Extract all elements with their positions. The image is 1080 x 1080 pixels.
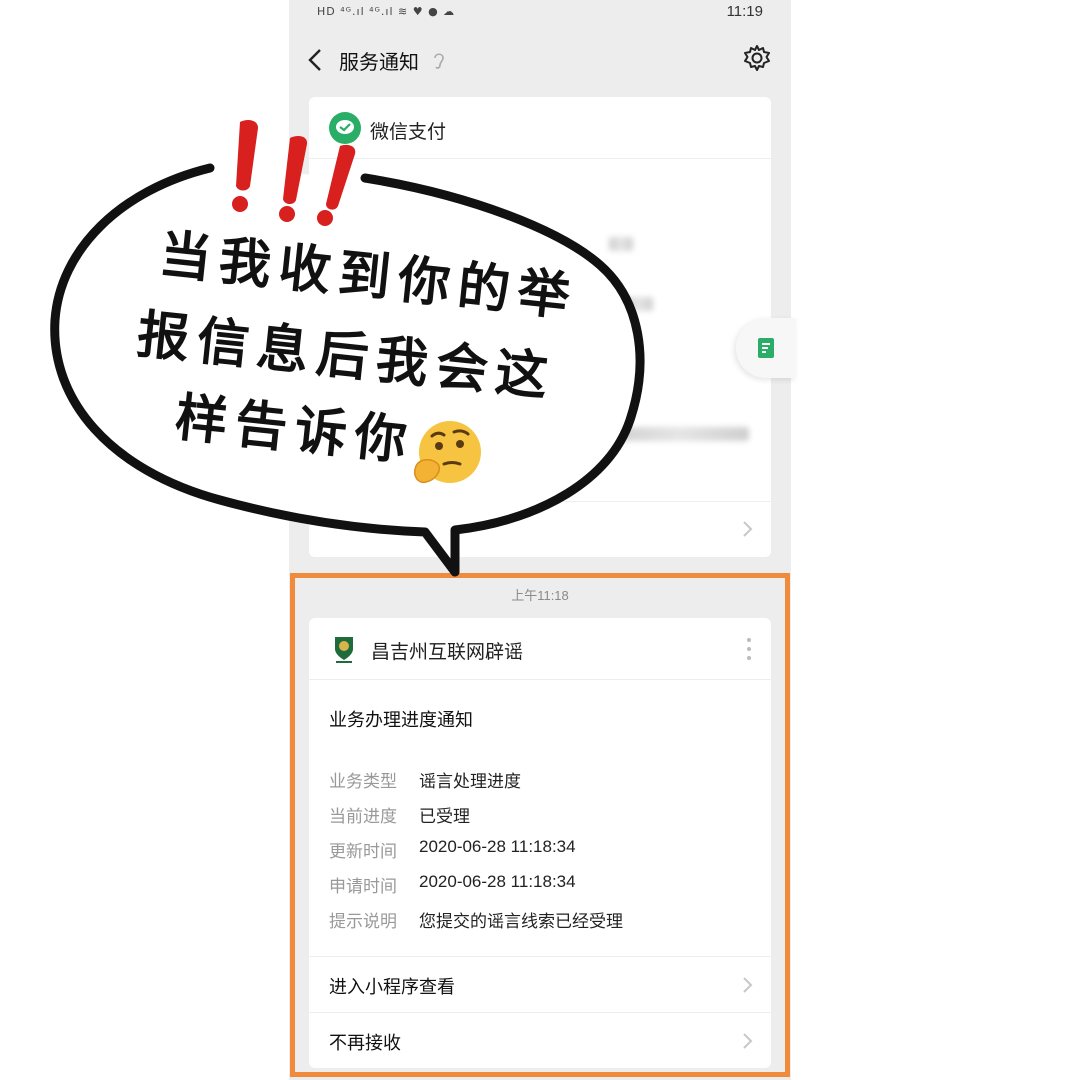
notification-card[interactable]: 昌吉州互联网辟谣 业务办理进度通知 业务类型 谣言处理进度 当前进度 已受理 更…: [309, 618, 771, 1068]
field-value: 谣言处理进度: [419, 772, 521, 791]
chevron-right-icon: [743, 1033, 753, 1049]
field-value: 您提交的谣言线索已经受理: [419, 912, 623, 931]
org-logo-icon: [335, 637, 353, 663]
wechat-pay-icon: [329, 112, 361, 144]
field-label: 申请时间: [329, 877, 397, 897]
blurred-content: [609, 237, 633, 251]
floating-side-tab[interactable]: [736, 318, 796, 378]
status-signal-icons: HD ⁴ᴳ.ıl ⁴ᴳ.ıl ≋ ♥ ● ☁: [317, 5, 456, 18]
document-icon: [758, 338, 774, 358]
open-mini-program-link[interactable]: 进入小程序查看: [309, 956, 771, 1012]
chevron-right-icon: [743, 977, 753, 993]
org-name: 昌吉州互联网辟谣: [371, 641, 524, 663]
link-label: 进入小程序查看: [329, 977, 455, 998]
field-value: 2020-06-28 11:18:34: [419, 872, 576, 891]
gear-icon[interactable]: [743, 44, 771, 72]
field-label: 提示说明: [329, 912, 397, 932]
more-icon[interactable]: [745, 636, 753, 662]
back-icon[interactable]: [305, 46, 327, 74]
nav-bar: 服务通知: [289, 32, 791, 88]
status-bar: HD ⁴ᴳ.ıl ⁴ᴳ.ıl ≋ ♥ ● ☁ 11:19: [289, 0, 791, 28]
message-timestamp: 上午11:18: [511, 588, 569, 603]
field-label: 业务类型: [329, 772, 397, 792]
status-time: 11:19: [726, 3, 763, 20]
card-header: 昌吉州互联网辟谣: [309, 618, 771, 680]
thinking-face-emoji: [414, 421, 481, 484]
blurred-content: [625, 297, 653, 311]
divider: [309, 501, 771, 502]
link-label: 不再接收: [329, 1033, 401, 1054]
page-title: 服务通知: [339, 50, 419, 74]
chevron-right-icon: [743, 521, 753, 537]
blurred-content: [609, 427, 749, 441]
field-label: 当前进度: [329, 807, 397, 827]
field-label: 更新时间: [329, 842, 397, 862]
unsubscribe-link[interactable]: 不再接收: [309, 1012, 771, 1068]
notification-title: 业务办理进度通知: [329, 710, 473, 731]
field-value: 2020-06-28 11:18:34: [419, 837, 576, 856]
card-header: 微信支付: [309, 97, 771, 159]
ear-icon: [434, 53, 444, 69]
field-value: 已受理: [419, 807, 470, 826]
card-app-name: 微信支付: [370, 121, 447, 143]
